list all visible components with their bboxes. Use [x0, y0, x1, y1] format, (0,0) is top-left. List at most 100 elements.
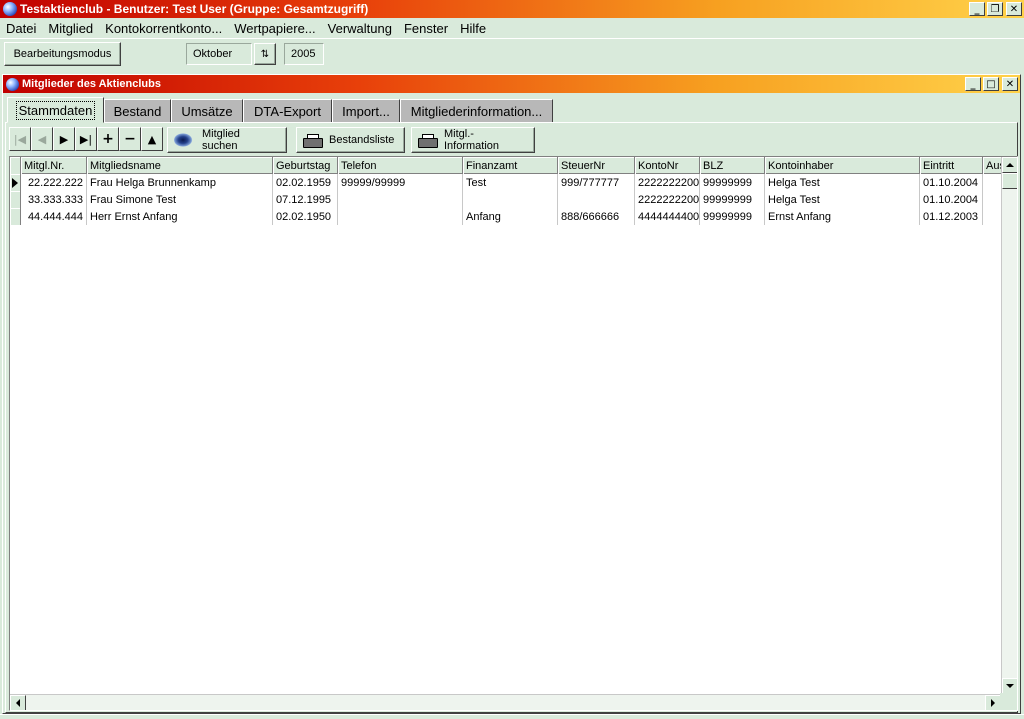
tab-import[interactable]: Import... — [332, 99, 400, 123]
close-button[interactable]: ✕ — [1006, 2, 1022, 16]
cell-geburtstag[interactable]: 02.02.1959 — [273, 174, 338, 191]
column-header-steuernr[interactable]: SteuerNr — [558, 157, 635, 174]
tab-stammdaten[interactable]: Stammdaten — [7, 97, 104, 123]
cell-kontoinhaber[interactable]: Helga Test — [765, 191, 920, 208]
cell-eintritt[interactable]: 01.12.2003 — [920, 208, 983, 225]
tab-bestand-label: Bestand — [113, 103, 162, 119]
holdings-list-label: Bestandsliste — [329, 134, 395, 146]
last-record-icon[interactable]: ▶| — [75, 127, 97, 151]
search-member-button[interactable]: Mitglied suchen — [167, 127, 287, 153]
table-row[interactable]: 33.333.333 Frau Simone Test 07.12.1995 2… — [10, 191, 1003, 208]
top-toolbar: Bearbeitungsmodus Oktober ⇅ 2005 — [0, 38, 1024, 70]
column-header-eintritt[interactable]: Eintritt — [920, 157, 983, 174]
cell-steuernr[interactable] — [558, 191, 635, 208]
delete-record-icon[interactable]: − — [119, 127, 141, 151]
child-minimize-button[interactable]: _ — [965, 77, 981, 91]
cell-kontonr[interactable]: 4444444400 — [635, 208, 700, 225]
column-header-kontoinhaber[interactable]: Kontoinhaber — [765, 157, 920, 174]
cell-finanzamt[interactable]: Anfang — [463, 208, 558, 225]
column-header-kontonr[interactable]: KontoNr — [635, 157, 700, 174]
child-maximize-button[interactable]: □ — [983, 77, 999, 91]
next-record-icon[interactable]: ▶ — [53, 127, 75, 151]
column-header-geburtstag[interactable]: Geburtstag — [273, 157, 338, 174]
menu-datei[interactable]: Datei — [0, 21, 42, 36]
menu-mitglied[interactable]: Mitglied — [42, 21, 99, 36]
cell-finanzamt[interactable] — [463, 191, 558, 208]
cell-kontoinhaber[interactable]: Helga Test — [765, 174, 920, 191]
cell-eintritt[interactable]: 01.10.2004 — [920, 174, 983, 191]
column-header-mitgliedsname[interactable]: Mitgliedsname — [87, 157, 273, 174]
column-header-telefon[interactable]: Telefon — [338, 157, 463, 174]
tab-dta-export[interactable]: DTA-Export — [243, 99, 332, 123]
holdings-list-button[interactable]: Bestandsliste — [296, 127, 405, 153]
cell-blz[interactable]: 99999999 — [700, 191, 765, 208]
window-globe-icon[interactable] — [6, 77, 19, 91]
cell-austritt[interactable] — [983, 174, 1003, 191]
cell-telefon[interactable] — [338, 208, 463, 225]
tab-umsaetze[interactable]: Umsätze — [171, 99, 243, 123]
tab-import-label: Import... — [342, 103, 390, 119]
cell-telefon[interactable] — [338, 191, 463, 208]
cell-kontonr[interactable]: 2222222200 — [635, 174, 700, 191]
restore-button[interactable]: ❐ — [987, 2, 1003, 16]
cell-mitgliedsname[interactable]: Frau Helga Brunnenkamp — [87, 174, 273, 191]
cell-steuernr[interactable]: 999/777777 — [558, 174, 635, 191]
horizontal-scrollbar[interactable] — [10, 694, 1001, 710]
cell-mitglnr[interactable]: 22.222.222 — [21, 174, 87, 191]
vertical-scrollbar[interactable] — [1001, 157, 1017, 694]
scroll-left-icon[interactable] — [10, 695, 26, 710]
month-field[interactable]: Oktober — [186, 43, 252, 65]
cell-geburtstag[interactable]: 02.02.1950 — [273, 208, 338, 225]
cell-kontonr[interactable]: 2222222200 — [635, 191, 700, 208]
edit-record-icon[interactable]: ▲ — [141, 127, 163, 151]
cell-mitgliedsname[interactable]: Herr Ernst Anfang — [87, 208, 273, 225]
scroll-up-icon[interactable] — [1002, 157, 1017, 173]
row-indicator — [10, 191, 21, 208]
tab-mitgliederinformation[interactable]: Mitgliederinformation... — [400, 99, 553, 123]
cell-geburtstag[interactable]: 07.12.1995 — [273, 191, 338, 208]
member-info-label: Mitgl.-Information — [444, 128, 500, 152]
column-header-blz[interactable]: BLZ — [700, 157, 765, 174]
cell-eintritt[interactable]: 01.10.2004 — [920, 191, 983, 208]
printer-icon — [303, 133, 323, 148]
cell-austritt[interactable] — [983, 208, 1003, 225]
table-row[interactable]: 44.444.444 Herr Ernst Anfang 02.02.1950 … — [10, 208, 1003, 225]
members-grid[interactable]: Mitgl.Nr. Mitgliedsname Geburtstag Telef… — [9, 156, 1018, 711]
menu-fenster[interactable]: Fenster — [398, 21, 454, 36]
cell-blz[interactable]: 99999999 — [700, 174, 765, 191]
cell-mitglnr[interactable]: 33.333.333 — [21, 191, 87, 208]
cell-steuernr[interactable]: 888/666666 — [558, 208, 635, 225]
edit-mode-button[interactable]: Bearbeitungsmodus — [4, 42, 121, 66]
cell-mitglnr[interactable]: 44.444.444 — [21, 208, 87, 225]
table-row[interactable]: 22.222.222 Frau Helga Brunnenkamp 02.02.… — [10, 174, 1003, 191]
first-record-icon[interactable]: |◀ — [9, 127, 31, 151]
vertical-scroll-thumb[interactable] — [1002, 173, 1017, 189]
minimize-button[interactable]: _ — [969, 2, 985, 16]
cell-kontoinhaber[interactable]: Ernst Anfang — [765, 208, 920, 225]
insert-record-icon[interactable]: + — [97, 127, 119, 151]
cell-finanzamt[interactable]: Test — [463, 174, 558, 191]
main-title-bar: Testaktienclub - Benutzer: Test User (Gr… — [0, 0, 1024, 18]
cell-austritt[interactable] — [983, 191, 1003, 208]
year-field[interactable]: 2005 — [284, 43, 324, 65]
column-header-austritt[interactable]: Aus — [983, 157, 1003, 174]
tab-bestand[interactable]: Bestand — [104, 99, 171, 123]
members-window: Mitglieder des Aktienclubs _ □ ✕ Stammda… — [2, 74, 1021, 714]
cell-blz[interactable]: 99999999 — [700, 208, 765, 225]
column-header-finanzamt[interactable]: Finanzamt — [463, 157, 558, 174]
column-header-mitglnr[interactable]: Mitgl.Nr. — [21, 157, 87, 174]
member-info-button[interactable]: Mitgl.-Information — [411, 127, 535, 153]
child-close-button[interactable]: ✕ — [1002, 77, 1018, 91]
tab-stammdaten-label: Stammdaten — [15, 100, 96, 120]
scroll-down-icon[interactable] — [1002, 678, 1017, 694]
cell-telefon[interactable]: 99999/99999 — [338, 174, 463, 191]
prior-record-icon[interactable]: ◀ — [31, 127, 53, 151]
cell-mitgliedsname[interactable]: Frau Simone Test — [87, 191, 273, 208]
menu-verwaltung[interactable]: Verwaltung — [322, 21, 398, 36]
app-globe-icon[interactable] — [3, 2, 17, 16]
scroll-right-icon[interactable] — [985, 695, 1001, 710]
menu-hilfe[interactable]: Hilfe — [454, 21, 492, 36]
month-spin-icon[interactable]: ⇅ — [254, 43, 276, 65]
menu-kontokorrentkonto[interactable]: Kontokorrentkonto... — [99, 21, 228, 36]
menu-wertpapiere[interactable]: Wertpapiere... — [228, 21, 321, 36]
